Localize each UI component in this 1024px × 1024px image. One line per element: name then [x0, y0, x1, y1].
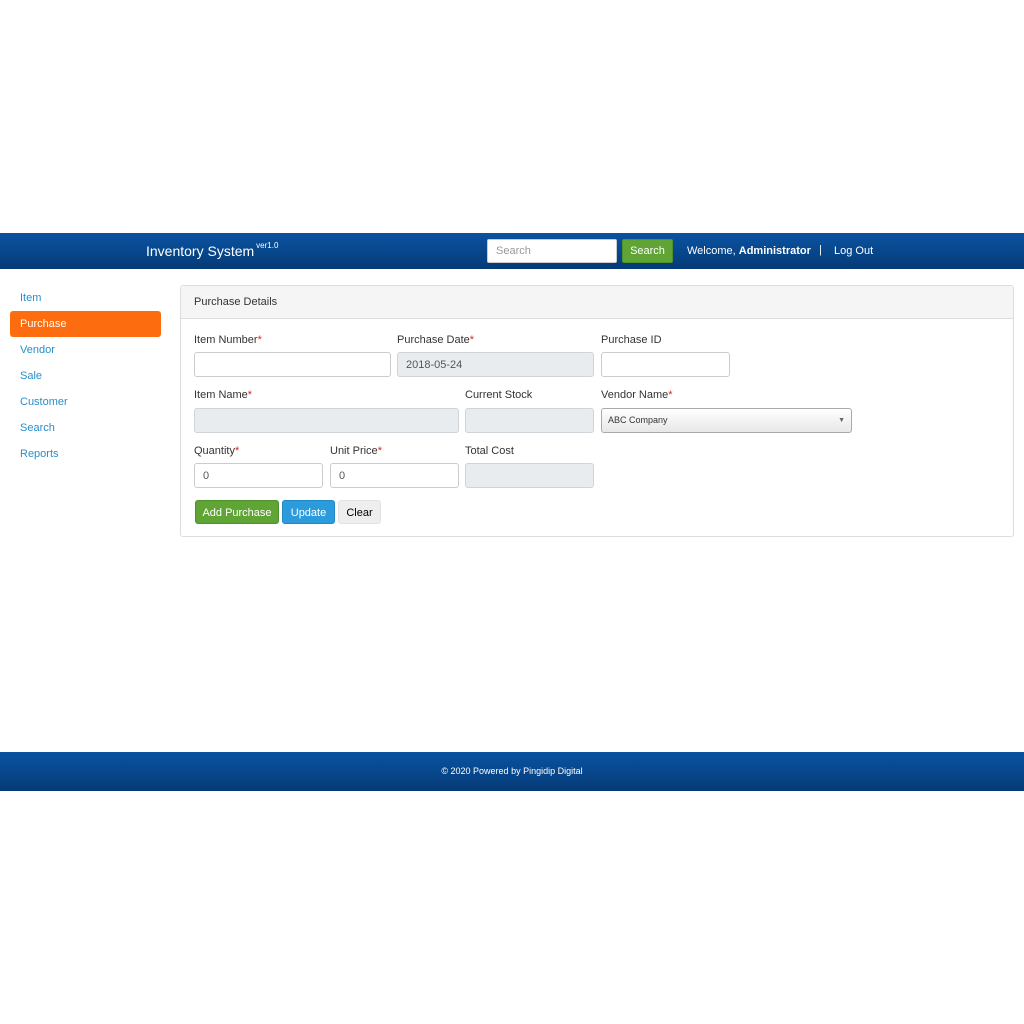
current-stock-label: Current Stock [465, 389, 533, 401]
quantity-input[interactable] [194, 463, 323, 488]
welcome-message: Welcome, Administrator [687, 245, 811, 257]
required-marker: * [234, 445, 240, 457]
sidebar: Item Purchase Vendor Sale Customer Searc… [10, 285, 161, 467]
required-marker: * [257, 334, 262, 346]
required-marker: * [377, 445, 382, 457]
vendor-name-label-text: Vendor Name [601, 389, 669, 401]
required-marker: * [247, 389, 253, 401]
total-cost-input[interactable] [465, 463, 594, 488]
sidebar-item-sale[interactable]: Sale [10, 363, 161, 389]
purchase-date-label: Purchase Date* [397, 334, 474, 346]
user-name: Administrator [738, 245, 811, 257]
footer: © 2020 Powered by Pingidip Digital [0, 752, 1024, 791]
required-marker: * [469, 334, 475, 346]
purchase-date-input[interactable] [397, 352, 594, 377]
vendor-name-select[interactable]: ABC Company ▼ [601, 408, 852, 433]
top-navbar: Inventory Systemver1.0 Search Welcome, A… [0, 233, 1024, 269]
unit-price-label-text: Unit Price [330, 445, 378, 457]
item-name-input[interactable] [194, 408, 459, 433]
item-name-label: Item Name* [194, 389, 252, 401]
app-version: ver1.0 [256, 241, 279, 251]
unit-price-label: Unit Price* [330, 445, 382, 457]
quantity-label-text: Quantity [194, 445, 235, 457]
sidebar-item-item[interactable]: Item [10, 285, 161, 311]
navbar-search-button[interactable]: Search [622, 239, 673, 263]
purchase-date-label-text: Purchase Date [397, 334, 470, 346]
footer-text: © 2020 Powered by Pingidip Digital [441, 766, 583, 776]
vendor-name-selected: ABC Company [608, 415, 668, 425]
total-cost-label: Total Cost [465, 445, 514, 457]
navbar-search-input[interactable] [487, 239, 617, 263]
unit-price-input[interactable] [330, 463, 459, 488]
required-marker: * [668, 389, 673, 401]
chevron-down-icon: ▼ [838, 417, 845, 424]
purchase-id-input[interactable] [601, 352, 730, 377]
add-purchase-button[interactable]: Add Purchase [195, 500, 279, 524]
clear-button[interactable]: Clear [338, 500, 381, 524]
item-name-label-text: Item Name [194, 389, 248, 401]
item-number-label-text: Item Number [194, 334, 258, 346]
sidebar-item-reports[interactable]: Reports [10, 441, 161, 467]
quantity-label: Quantity* [194, 445, 239, 457]
current-stock-input[interactable] [465, 408, 594, 433]
panel-heading: Purchase Details [181, 286, 1013, 319]
sidebar-item-search[interactable]: Search [10, 415, 161, 441]
nav-separator: | [819, 244, 822, 256]
update-button[interactable]: Update [282, 500, 335, 524]
sidebar-item-customer[interactable]: Customer [10, 389, 161, 415]
logout-link[interactable]: Log Out [834, 245, 873, 257]
sidebar-item-purchase[interactable]: Purchase [10, 311, 161, 337]
app-title: Inventory System [146, 243, 255, 259]
app-brand[interactable]: Inventory System ver1.0 [146, 241, 279, 259]
vendor-name-label: Vendor Name* [601, 389, 673, 401]
welcome-prefix: Welcome, [687, 245, 736, 257]
purchase-id-label: Purchase ID [601, 334, 662, 346]
sidebar-item-vendor[interactable]: Vendor [10, 337, 161, 363]
item-number-label: Item Number* [194, 334, 262, 346]
purchase-details-panel: Purchase Details Item Number* Purchase D… [180, 285, 1014, 537]
item-number-input[interactable] [194, 352, 391, 377]
